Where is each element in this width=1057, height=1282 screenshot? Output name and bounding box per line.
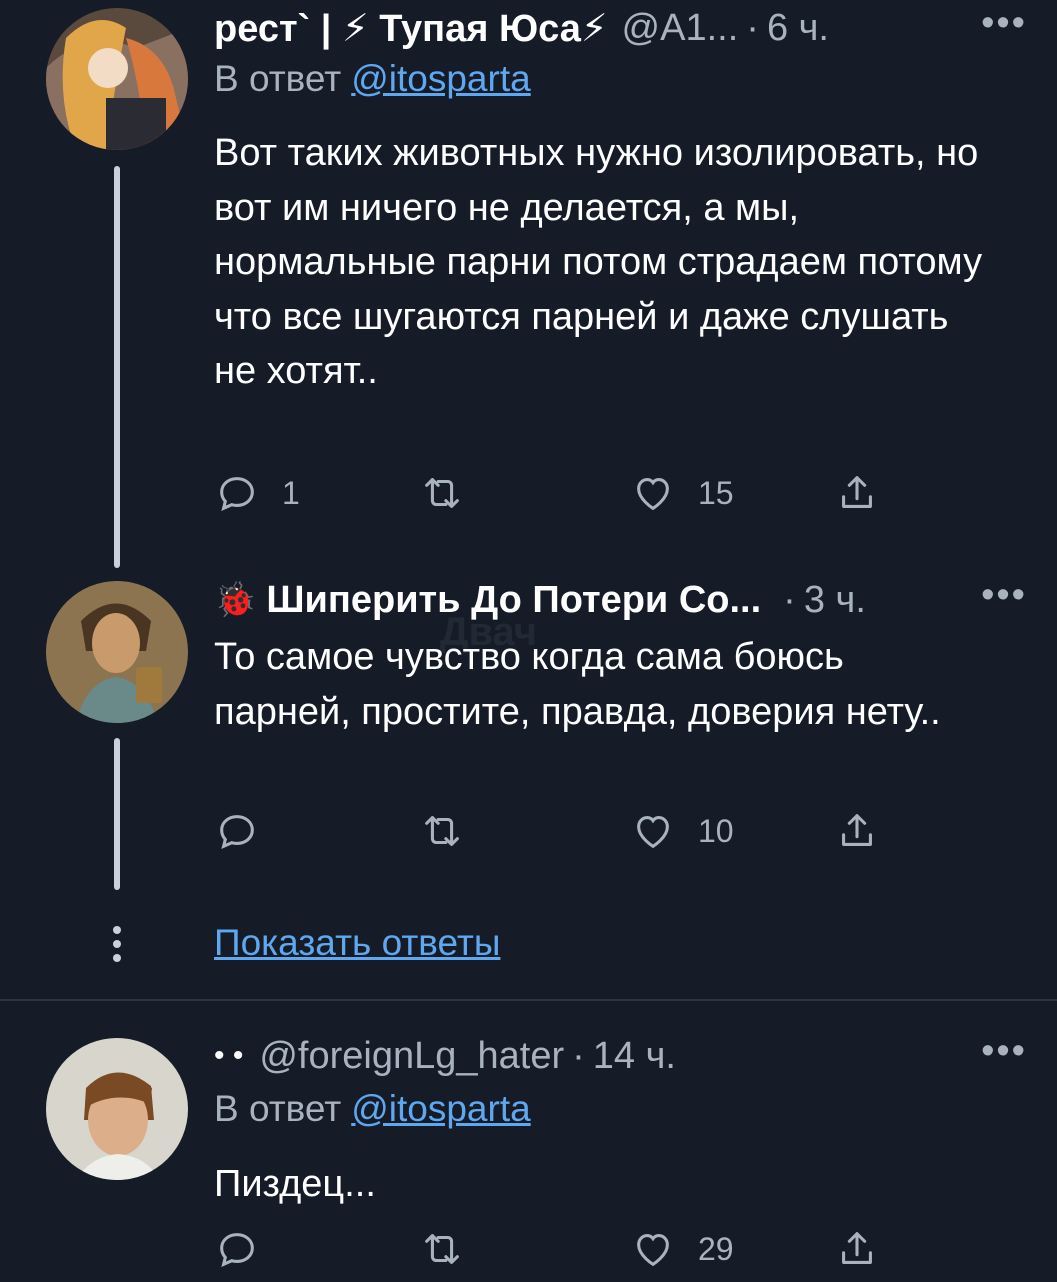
thread-line	[114, 738, 120, 890]
reply-icon	[220, 1233, 254, 1268]
like-icon	[637, 816, 669, 849]
thread-dots-icon	[111, 926, 123, 962]
timestamp[interactable]: 3 ч.	[804, 579, 866, 622]
username[interactable]: @A1...	[622, 7, 739, 50]
avatar[interactable]	[46, 581, 188, 723]
tweet-header: • • @foreignLg_hater · 14 ч. •••	[214, 1030, 1027, 1082]
share-button[interactable]	[834, 808, 880, 854]
action-bar: 29	[214, 1226, 894, 1282]
share-icon	[842, 814, 872, 846]
username[interactable]: @foreignLg_hater	[259, 1035, 564, 1078]
reply-button[interactable]	[214, 1226, 282, 1272]
reply-icon	[220, 477, 254, 512]
reply-mention-link[interactable]: @itosparta	[351, 58, 530, 99]
watermark: Двач	[440, 610, 538, 654]
reply-icon	[220, 815, 254, 850]
retweet-icon	[425, 816, 459, 846]
retweet-button[interactable]	[419, 470, 487, 516]
tweet-text: То самое чувство когда сама боюсь парней…	[214, 636, 941, 733]
like-count: 10	[698, 812, 734, 849]
more-icon[interactable]: •••	[981, 2, 1027, 45]
reply-button[interactable]: 1	[214, 470, 300, 516]
ladybug-icon: 🐞	[214, 581, 257, 619]
share-icon	[842, 1232, 872, 1264]
retweet-button[interactable]	[419, 1226, 487, 1272]
avatar[interactable]	[46, 1038, 188, 1180]
divider	[0, 999, 1057, 1001]
like-button[interactable]: 15	[630, 470, 734, 516]
timestamp[interactable]: 6 ч.	[767, 7, 829, 50]
more-icon[interactable]: •••	[981, 1030, 1027, 1073]
like-icon	[637, 478, 669, 511]
thread-line	[114, 166, 120, 568]
like-icon	[637, 1234, 669, 1267]
separator: ·	[746, 6, 759, 49]
tweet-header: рест` | ⚡ Тупая Юса⚡ @A1... · 6 ч. •••	[214, 2, 1027, 54]
like-count: 15	[698, 474, 734, 511]
retweet-button[interactable]	[419, 808, 487, 854]
reply-context: В ответ @itosparta	[214, 1088, 531, 1130]
separator: ·	[572, 1034, 585, 1077]
share-button[interactable]	[834, 470, 880, 516]
more-icon[interactable]: •••	[981, 574, 1027, 617]
tweet-text: Вот таких животных нужно изолировать, но…	[214, 132, 983, 392]
tweet-header: 🐞 Шиперить До Потери Со... · 3 ч. •••	[214, 574, 1027, 626]
avatar[interactable]	[46, 8, 188, 150]
display-name[interactable]: • •	[214, 1039, 243, 1073]
separator: ·	[783, 578, 796, 621]
show-replies-link[interactable]: Показать ответы	[214, 922, 500, 964]
like-button[interactable]: 10	[630, 808, 734, 854]
like-button[interactable]: 29	[630, 1226, 734, 1272]
like-count: 29	[698, 1230, 734, 1267]
reply-count: 1	[282, 474, 300, 511]
tweet-text: Пиздец...	[214, 1163, 376, 1205]
share-icon	[842, 476, 872, 508]
share-button[interactable]	[834, 1226, 880, 1272]
reply-prefix: В ответ	[214, 1088, 342, 1129]
reply-prefix: В ответ	[214, 58, 342, 99]
reply-button[interactable]	[214, 808, 282, 854]
reply-mention-link[interactable]: @itosparta	[351, 1088, 530, 1129]
action-bar: 1 15	[214, 470, 894, 526]
display-name[interactable]: рест` | ⚡ Тупая Юса⚡	[214, 6, 608, 51]
action-bar: 10	[214, 808, 894, 864]
reply-context: В ответ @itosparta	[214, 58, 531, 100]
retweet-icon	[425, 478, 459, 508]
retweet-icon	[425, 1234, 459, 1264]
timestamp[interactable]: 14 ч.	[593, 1035, 676, 1078]
